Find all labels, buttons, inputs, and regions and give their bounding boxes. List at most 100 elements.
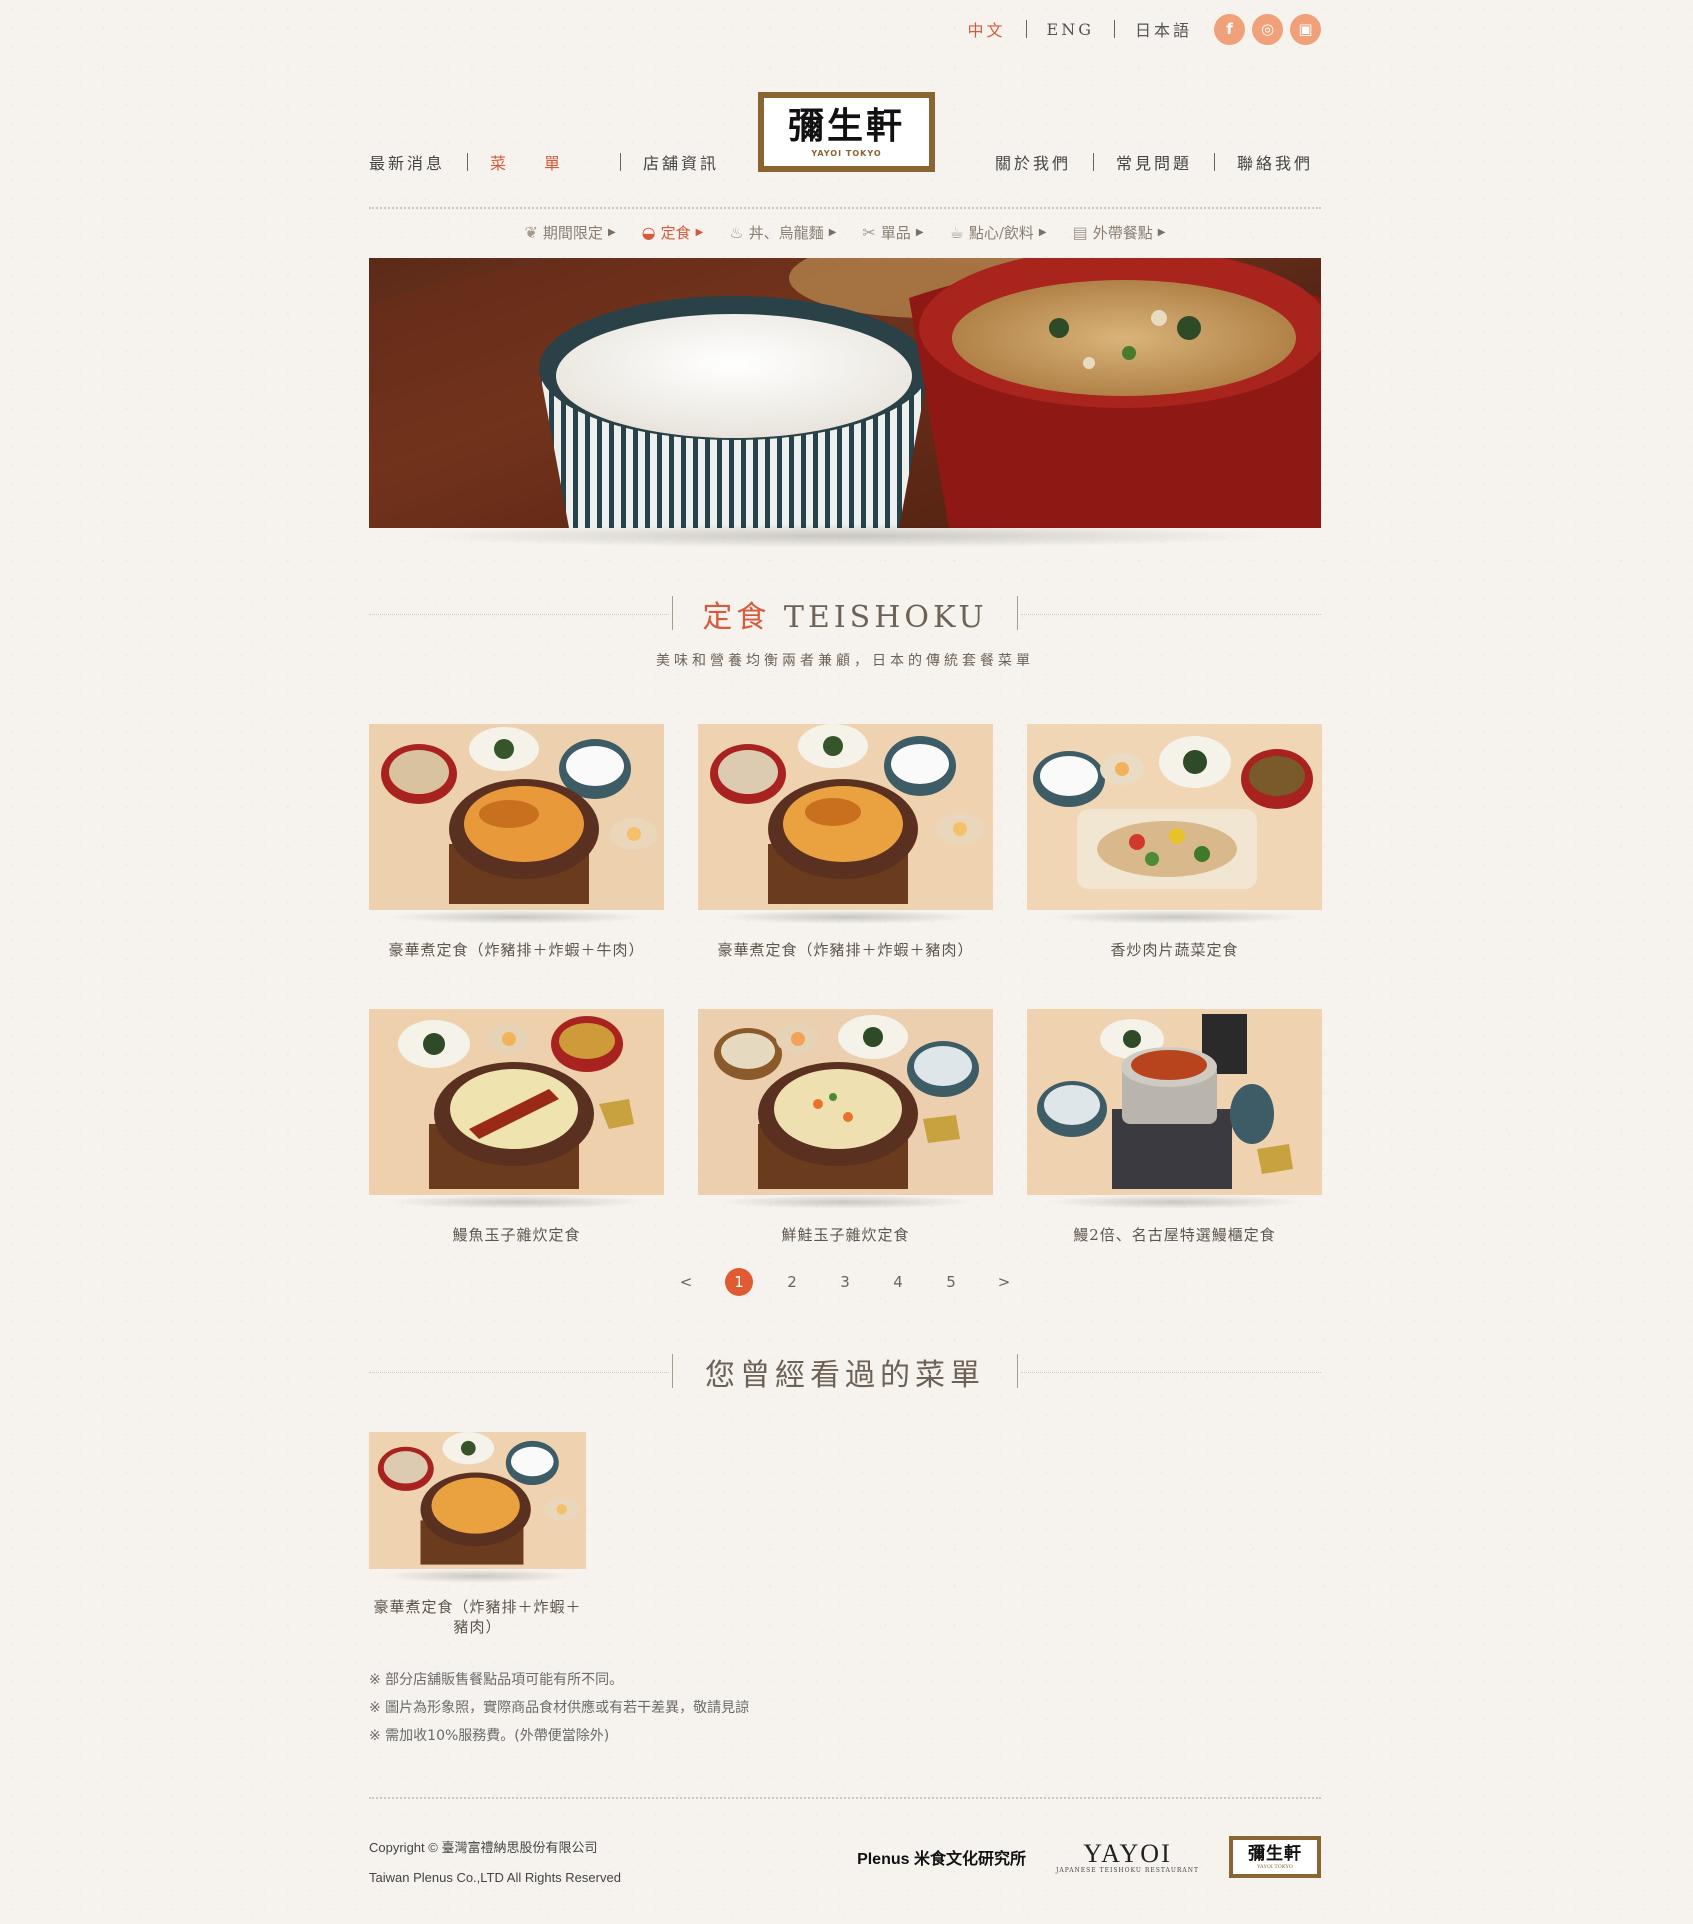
page-number: 1 xyxy=(725,1268,753,1296)
note-line: ※ 部分店舖販售餐點品項可能有所不同。 xyxy=(369,1672,624,1688)
card-shadow xyxy=(382,1569,573,1583)
heading-rule xyxy=(369,1372,669,1373)
menu-card[interactable]: 香炒肉片蔬菜定食 xyxy=(1027,724,1322,960)
card-shadow xyxy=(386,910,647,924)
pagination-next[interactable]: > xyxy=(978,1273,1031,1291)
lang-zh[interactable]: 中文 xyxy=(948,17,1026,41)
nav-faq[interactable]: 常見問題 xyxy=(1094,150,1214,174)
dessert-icon: ☕ xyxy=(949,223,964,242)
language-bar: 中文 ENG 日本語 f ◎ ▣ xyxy=(948,12,1321,46)
menu-item-image[interactable] xyxy=(369,1009,664,1195)
shop-bag-icon[interactable]: ▣ xyxy=(1290,13,1321,45)
category-teishoku[interactable]: ◒ 定食 ▶ xyxy=(642,222,704,243)
logo-inner: 彌生軒 YAYOI TOKYO xyxy=(764,98,929,166)
menu-item-name[interactable]: 豪華煮定食（炸豬排＋炸蝦＋牛肉） xyxy=(369,940,664,960)
food-photo xyxy=(1027,1009,1322,1195)
category-limited[interactable]: ❦ 期間限定 ▶ xyxy=(525,222,616,243)
menu-item-image[interactable] xyxy=(1027,1009,1322,1195)
pagination: < 1 2 3 4 5 > xyxy=(369,1268,1321,1296)
footer-copyright: Copyright © 臺灣富禮納思股份有限公司 Taiwan Plenus C… xyxy=(369,1833,621,1893)
caret-right-icon: ▶ xyxy=(1038,227,1047,238)
menu-item-name[interactable]: 鰻2倍、名古屋特選鰻櫃定食 xyxy=(1027,1225,1322,1245)
plenus-logo[interactable]: Plenus 米食文化研究所 xyxy=(857,1845,1026,1869)
category-label: 外帶餐點 xyxy=(1092,224,1153,242)
yayoi-logo[interactable]: YAYOI JAPANESE TEISHOKU RESTAURANT xyxy=(1056,1838,1199,1874)
heading-rule xyxy=(1021,1372,1321,1373)
category-label: 丼、烏龍麵 xyxy=(748,224,824,242)
menu-item-image[interactable] xyxy=(1027,724,1322,910)
header-divider xyxy=(369,207,1321,209)
caret-right-icon: ▶ xyxy=(607,227,616,238)
menu-item-name[interactable]: 豪華煮定食（炸豬排＋炸蝦＋豬肉） xyxy=(369,1597,586,1637)
logo-subtext: YAYOI TOKYO xyxy=(1257,1864,1293,1870)
category-label: 定食 xyxy=(660,224,691,242)
menu-item-image[interactable] xyxy=(369,724,664,910)
menu-card[interactable]: 豪華煮定食（炸豬排＋炸蝦＋牛肉） xyxy=(369,724,664,960)
food-photo xyxy=(369,724,664,910)
logo-text: 彌生軒 xyxy=(787,105,905,147)
pagination-page[interactable]: 2 xyxy=(766,1273,819,1291)
food-photo xyxy=(1027,724,1322,910)
pagination-page-current[interactable]: 1 xyxy=(713,1268,766,1296)
menu-item-image[interactable] xyxy=(369,1432,586,1569)
logo-subtext: YAYOI TOKYO xyxy=(811,148,882,158)
nav-contact[interactable]: 聯絡我們 xyxy=(1215,150,1321,174)
card-shadow xyxy=(1044,910,1305,924)
category-dessert-drinks[interactable]: ☕ 點心/飲料 ▶ xyxy=(950,222,1047,243)
pagination-prev[interactable]: < xyxy=(660,1273,713,1291)
menu-item-image[interactable] xyxy=(698,724,993,910)
caret-right-icon: ▶ xyxy=(915,227,924,238)
footer-logos: Plenus 米食文化研究所 YAYOI JAPANESE TEISHOKU R… xyxy=(857,1836,1321,1878)
title-zh: 定食 xyxy=(702,600,771,635)
facebook-icon[interactable]: f xyxy=(1214,13,1245,45)
food-photo xyxy=(698,1009,993,1195)
yayoiken-footer-logo[interactable]: 彌生軒 YAYOI TOKYO xyxy=(1229,1836,1321,1878)
note-line: ※ 需加收10%服務費。(外帶便當除外) xyxy=(369,1728,610,1744)
food-photo xyxy=(369,1009,664,1195)
viewed-heading: 您曾經看過的菜單 xyxy=(369,1350,1321,1394)
category-don-udon[interactable]: ♨ 丼、烏龍麵 ▶ xyxy=(729,222,836,243)
lang-ja[interactable]: 日本語 xyxy=(1115,17,1212,41)
note-line: ※ 圖片為形象照，實際商品食材供應或有若干差異，敬請見諒 xyxy=(369,1700,750,1716)
category-single[interactable]: ✂ 單品 ▶ xyxy=(862,222,923,243)
menu-card[interactable]: 鮮鮭玉子雜炊定食 xyxy=(698,1009,993,1245)
instagram-icon[interactable]: ◎ xyxy=(1252,13,1283,45)
menu-item-image[interactable] xyxy=(698,1009,993,1195)
category-label: 期間限定 xyxy=(542,224,603,242)
card-shadow xyxy=(1044,1195,1305,1209)
caret-right-icon: ▶ xyxy=(828,227,837,238)
site-logo[interactable]: 彌生軒 YAYOI TOKYO xyxy=(758,92,935,172)
food-photo xyxy=(369,1432,586,1569)
menu-item-name[interactable]: 豪華煮定食（炸豬排＋炸蝦＋豬肉） xyxy=(698,940,993,960)
category-takeout[interactable]: ▤ 外帶餐點 ▶ xyxy=(1073,222,1166,243)
card-shadow xyxy=(715,1195,976,1209)
nav-about[interactable]: 關於我們 xyxy=(973,150,1093,174)
social-links: f ◎ ▣ xyxy=(1214,13,1321,45)
menu-card[interactable]: 豪華煮定食（炸豬排＋炸蝦＋豬肉） xyxy=(698,724,993,960)
pagination-page[interactable]: 3 xyxy=(819,1273,872,1291)
nav-stores[interactable]: 店舖資訊 xyxy=(621,150,741,174)
menu-item-name[interactable]: 香炒肉片蔬菜定食 xyxy=(1027,940,1322,960)
yayoi-logo-text: YAYOI xyxy=(1083,1838,1172,1868)
hero-shadow xyxy=(409,524,1281,548)
hero-banner-image xyxy=(369,258,1321,528)
menu-card[interactable]: 鰻2倍、名古屋特選鰻櫃定食 xyxy=(1027,1009,1322,1245)
menu-item-name[interactable]: 鮮鮭玉子雜炊定食 xyxy=(698,1225,993,1245)
lang-en[interactable]: ENG xyxy=(1027,20,1114,39)
menu-card[interactable]: 鰻魚玉子雜炊定食 xyxy=(369,1009,664,1245)
section-subtitle: 美味和營養均衡兩者兼顧，日本的傳統套餐菜單 xyxy=(656,653,1034,669)
nav-news[interactable]: 最新消息 xyxy=(369,150,467,174)
category-label: 點心/飲料 xyxy=(968,224,1034,242)
pagination-page[interactable]: 4 xyxy=(872,1273,925,1291)
takeout-box-icon: ▤ xyxy=(1072,223,1088,242)
menu-item-name[interactable]: 鰻魚玉子雜炊定食 xyxy=(369,1225,664,1245)
section-heading: 定食 TEISHOKU xyxy=(369,592,1321,636)
nav-menu[interactable]: 菜單 xyxy=(468,150,620,174)
viewed-card[interactable]: 豪華煮定食（炸豬排＋炸蝦＋豬肉） xyxy=(369,1432,586,1637)
caret-right-icon: ▶ xyxy=(695,227,704,238)
pagination-page[interactable]: 5 xyxy=(925,1273,978,1291)
heading-bar xyxy=(672,1354,673,1388)
card-shadow xyxy=(715,910,976,924)
food-photo xyxy=(698,724,993,910)
page: 中文 ENG 日本語 f ◎ ▣ 彌生軒 YAYOI TOKYO 最新消息 菜單… xyxy=(369,0,1322,1924)
